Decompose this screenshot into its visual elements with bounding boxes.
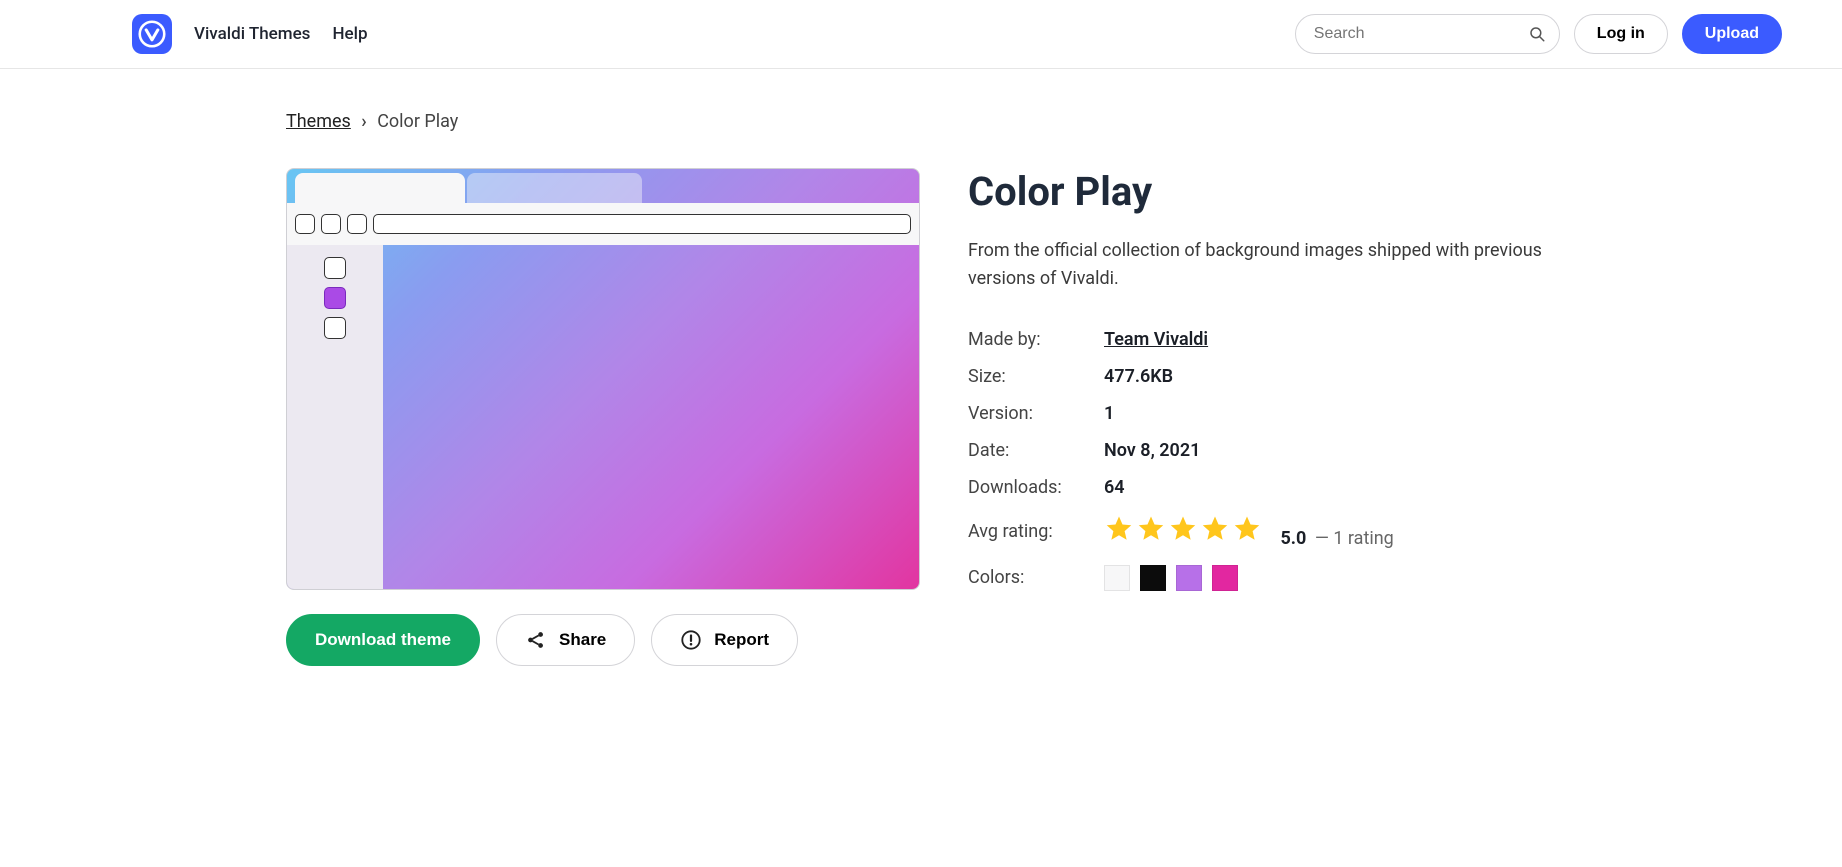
- vivaldi-logo-icon: [138, 20, 166, 48]
- info-value-colors: [1104, 565, 1238, 591]
- report-label: Report: [714, 630, 769, 650]
- login-button[interactable]: Log in: [1574, 14, 1668, 54]
- alert-icon: [680, 629, 702, 651]
- breadcrumb-current: Color Play: [377, 111, 458, 132]
- preview-panel-btn: [324, 317, 346, 339]
- rating-sub: — 1 rating: [1310, 528, 1393, 549]
- share-button[interactable]: Share: [496, 614, 635, 666]
- info-value-version: 1: [1104, 403, 1114, 424]
- info-label: Made by:: [968, 329, 1104, 350]
- theme-title: Color Play: [968, 168, 1556, 215]
- search-wrap: [1295, 14, 1560, 54]
- theme-description: From the official collection of backgrou…: [968, 237, 1556, 293]
- info-row-rating: Avg rating: 5.0 — 1 rating: [968, 506, 1556, 557]
- nav-link-themes[interactable]: Vivaldi Themes: [194, 24, 310, 44]
- info-row-colors: Colors:: [968, 557, 1556, 599]
- breadcrumb-sep: ›: [361, 111, 366, 132]
- star-icon: [1232, 514, 1262, 544]
- info-table: Made by: Team Vivaldi Size: 477.6KB Vers…: [968, 321, 1556, 599]
- preview-panel-btn: [324, 257, 346, 279]
- info-label: Avg rating:: [968, 521, 1104, 542]
- info-row-date: Date: Nov 8, 2021: [968, 432, 1556, 469]
- color-swatch[interactable]: [1176, 565, 1202, 591]
- preview-toolbar: [287, 203, 919, 245]
- preview-panel: [287, 245, 383, 589]
- breadcrumb-root[interactable]: Themes: [286, 111, 351, 132]
- main-container: Themes › Color Play: [266, 69, 1576, 726]
- info-label: Downloads:: [968, 477, 1104, 498]
- report-button[interactable]: Report: [651, 614, 798, 666]
- info-value-downloads: 64: [1104, 477, 1125, 498]
- info-label: Version:: [968, 403, 1104, 424]
- header: Vivaldi Themes Help Log in Upload: [0, 0, 1842, 69]
- star-icon: [1136, 514, 1166, 544]
- vivaldi-logo[interactable]: [132, 14, 172, 54]
- star-icon: [1104, 514, 1134, 544]
- author-link[interactable]: Team Vivaldi: [1104, 329, 1208, 350]
- color-swatch[interactable]: [1104, 565, 1130, 591]
- theme-preview: [286, 168, 920, 590]
- info-row-size: Size: 477.6KB: [968, 358, 1556, 395]
- right-column: Color Play From the official collection …: [968, 168, 1556, 599]
- star-icon: [1200, 514, 1230, 544]
- rating-value: 5.0: [1280, 528, 1306, 549]
- search-icon: [1528, 25, 1546, 43]
- color-swatch[interactable]: [1212, 565, 1238, 591]
- info-row-author: Made by: Team Vivaldi: [968, 321, 1556, 358]
- info-row-downloads: Downloads: 64: [968, 469, 1556, 506]
- preview-toolbar-btn: [321, 214, 341, 234]
- info-label: Colors:: [968, 567, 1104, 588]
- info-value-rating: 5.0 — 1 rating: [1104, 514, 1394, 549]
- star-icon: [1168, 514, 1198, 544]
- header-left: Vivaldi Themes Help: [132, 14, 368, 54]
- header-right: Log in Upload: [1295, 14, 1782, 54]
- info-label: Date:: [968, 440, 1104, 461]
- info-label: Size:: [968, 366, 1104, 387]
- share-icon: [525, 629, 547, 651]
- download-button[interactable]: Download theme: [286, 614, 480, 666]
- left-column: Download theme Share Report: [286, 168, 920, 666]
- preview-address-bar: [373, 214, 911, 234]
- info-row-version: Version: 1: [968, 395, 1556, 432]
- preview-toolbar-btn: [295, 214, 315, 234]
- download-label: Download theme: [315, 630, 451, 650]
- breadcrumb: Themes › Color Play: [286, 111, 1556, 132]
- stars: [1104, 514, 1262, 544]
- color-swatches: [1104, 565, 1238, 591]
- info-value-date: Nov 8, 2021: [1104, 440, 1200, 461]
- preview-toolbar-btn: [347, 214, 367, 234]
- layout: Download theme Share Report Color Play F…: [286, 168, 1556, 666]
- info-value-size: 477.6KB: [1104, 366, 1173, 387]
- nav-link-help[interactable]: Help: [332, 24, 367, 44]
- search-input[interactable]: [1295, 14, 1560, 54]
- preview-panel-btn-active: [324, 287, 346, 309]
- share-label: Share: [559, 630, 606, 650]
- preview-tab-inactive: [467, 173, 642, 203]
- color-swatch[interactable]: [1140, 565, 1166, 591]
- preview-tab-active: [295, 173, 465, 203]
- upload-button[interactable]: Upload: [1682, 14, 1782, 54]
- action-row: Download theme Share Report: [286, 614, 920, 666]
